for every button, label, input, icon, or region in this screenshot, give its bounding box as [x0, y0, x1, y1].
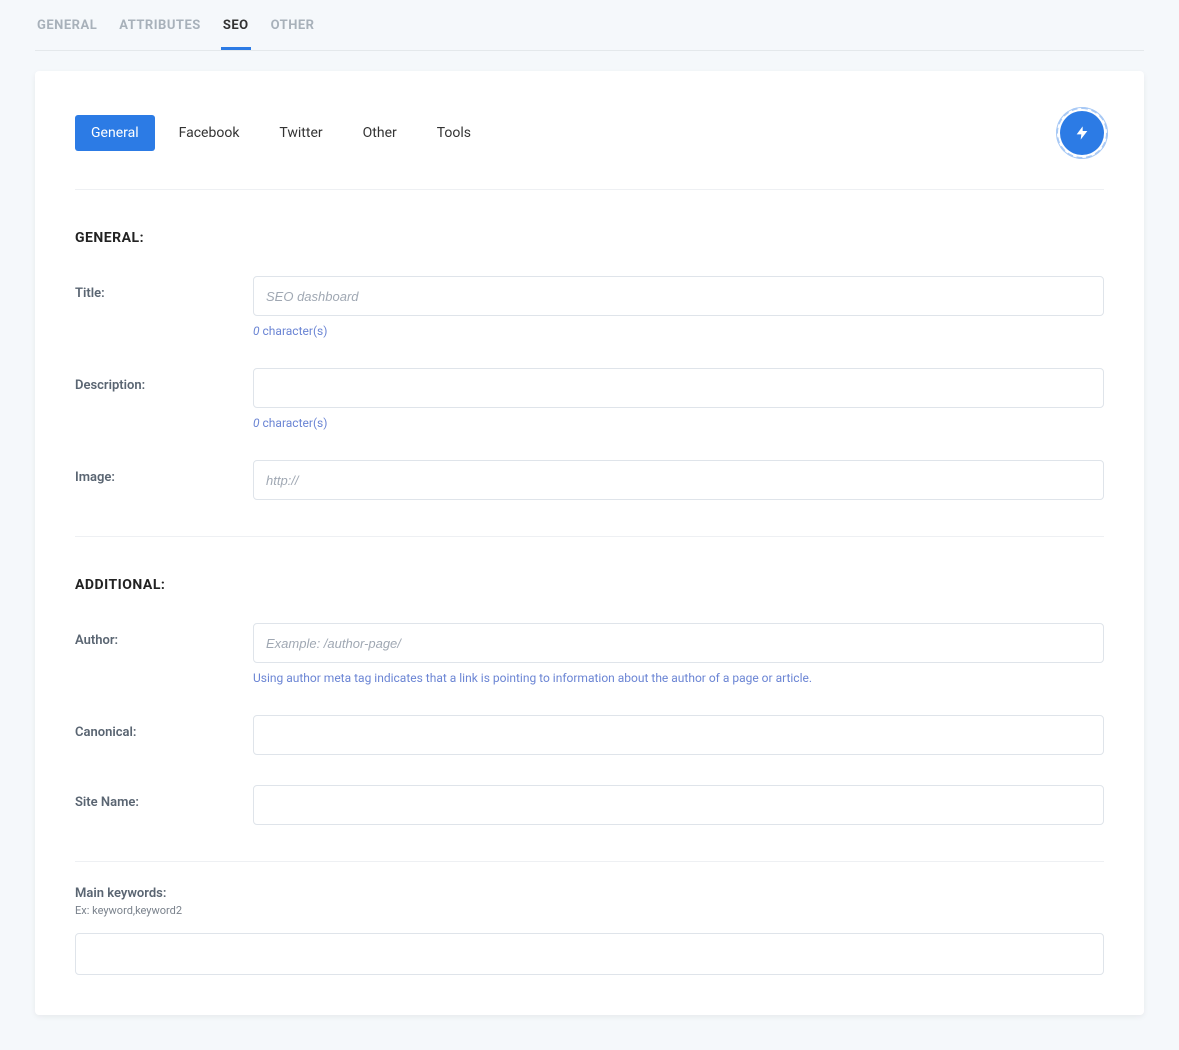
- card-header: General Facebook Twitter Other Tools: [75, 111, 1104, 190]
- input-image[interactable]: [253, 460, 1104, 500]
- input-sitename[interactable]: [253, 785, 1104, 825]
- keywords-block: Main keywords: Ex: keyword,keyword2: [75, 886, 1104, 975]
- seo-card: General Facebook Twitter Other Tools GEN…: [35, 71, 1144, 1015]
- label-image: Image:: [75, 460, 253, 485]
- top-tab-other[interactable]: OTHER: [269, 18, 317, 50]
- top-tabs: GENERAL ATTRIBUTES SEO OTHER: [35, 0, 1144, 51]
- inner-tab-facebook[interactable]: Facebook: [163, 115, 256, 151]
- input-canonical[interactable]: [253, 715, 1104, 755]
- row-title: Title: 0 character(s): [75, 276, 1104, 338]
- input-title[interactable]: [253, 276, 1104, 316]
- section-additional-title: ADDITIONAL:: [75, 577, 1104, 593]
- label-description: Description:: [75, 368, 253, 393]
- input-description[interactable]: [253, 368, 1104, 408]
- input-author[interactable]: [253, 623, 1104, 663]
- inner-tab-general[interactable]: General: [75, 115, 155, 151]
- lightning-badge[interactable]: [1060, 111, 1104, 155]
- label-keywords: Main keywords:: [75, 886, 1104, 901]
- label-sitename: Site Name:: [75, 785, 253, 810]
- label-author: Author:: [75, 623, 253, 648]
- top-tab-attributes[interactable]: ATTRIBUTES: [117, 18, 203, 50]
- keywords-sub: Ex: keyword,keyword2: [75, 904, 1104, 917]
- inner-tabs: General Facebook Twitter Other Tools: [75, 115, 487, 151]
- page-root: GENERAL ATTRIBUTES SEO OTHER General Fac…: [0, 0, 1179, 1050]
- title-char-count: 0 character(s): [253, 324, 1104, 338]
- label-canonical: Canonical:: [75, 715, 253, 740]
- top-tab-seo[interactable]: SEO: [221, 18, 251, 50]
- input-keywords[interactable]: [75, 933, 1104, 975]
- title-count-suffix: character(s): [260, 324, 328, 338]
- inner-tab-tools[interactable]: Tools: [421, 115, 487, 151]
- inner-tab-other[interactable]: Other: [347, 115, 413, 151]
- row-image: Image:: [75, 460, 1104, 500]
- row-author: Author: Using author meta tag indicates …: [75, 623, 1104, 685]
- top-tab-general[interactable]: GENERAL: [35, 18, 99, 50]
- description-count-suffix: character(s): [260, 416, 328, 430]
- author-help: Using author meta tag indicates that a l…: [253, 671, 1104, 685]
- row-sitename: Site Name:: [75, 785, 1104, 825]
- label-title: Title:: [75, 276, 253, 301]
- row-description: Description: 0 character(s): [75, 368, 1104, 430]
- lightning-icon: [1074, 123, 1090, 143]
- divider-2: [75, 861, 1104, 862]
- inner-tab-twitter[interactable]: Twitter: [263, 115, 338, 151]
- divider-1: [75, 536, 1104, 537]
- row-canonical: Canonical:: [75, 715, 1104, 755]
- section-general-title: GENERAL:: [75, 230, 1104, 246]
- description-char-count: 0 character(s): [253, 416, 1104, 430]
